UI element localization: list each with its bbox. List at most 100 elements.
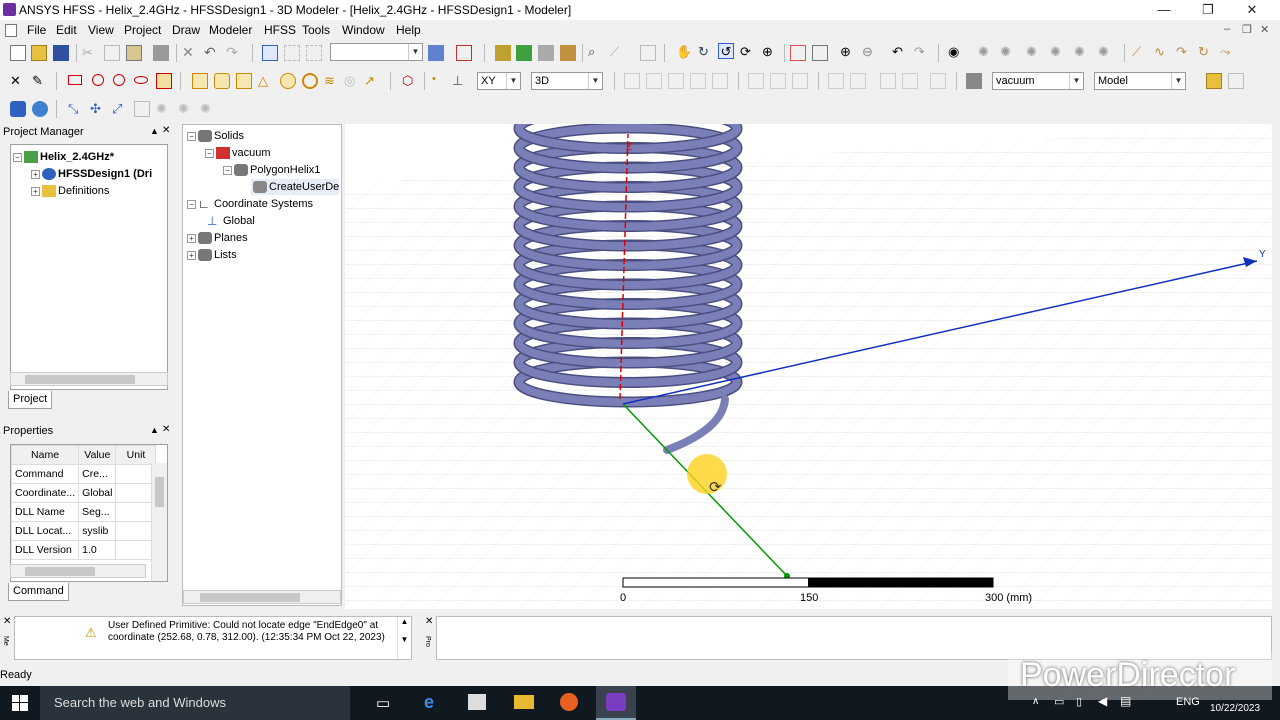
validate-icon[interactable]: [456, 45, 472, 61]
spin-icon[interactable]: ⟳: [740, 44, 756, 60]
mirror-icon[interactable]: [792, 73, 808, 89]
modeler-viewport[interactable]: Z Y ⟳ 0 150 300 (mm): [345, 124, 1272, 609]
sweep-icon[interactable]: [880, 73, 896, 89]
draw-circle-icon[interactable]: [92, 74, 104, 86]
expand-icon[interactable]: +: [31, 169, 40, 179]
tab-command[interactable]: Command: [8, 583, 69, 601]
draw-spiral-icon[interactable]: ◎: [344, 73, 360, 89]
modeler-canvas[interactable]: Z Y ⟳ 0 150 300 (mm): [345, 124, 1272, 609]
rotate-icon[interactable]: ↻: [698, 44, 714, 60]
panel-close-icon[interactable]: ✕: [3, 616, 11, 627]
folder-icon[interactable]: [1206, 73, 1222, 89]
project-hscroll[interactable]: [10, 372, 168, 386]
tree-node-coordinate-systems[interactable]: − ∟ Coordinate Systems: [187, 196, 313, 212]
model-type-combo[interactable]: Model ▼: [1094, 72, 1186, 90]
move-icon[interactable]: [748, 73, 764, 89]
draw-region-icon[interactable]: ⬡: [402, 73, 418, 89]
boolean-intersect-icon[interactable]: [668, 73, 684, 89]
firefox-icon[interactable]: [560, 693, 578, 711]
collapse-icon[interactable]: −: [13, 152, 22, 162]
scale-icon[interactable]: [850, 73, 866, 89]
boundary-icon[interactable]: [32, 101, 48, 117]
table-row[interactable]: DLL Locat... syslib: [11, 521, 157, 541]
prop-value[interactable]: Global: [78, 483, 117, 503]
draw-cylinder-icon[interactable]: [192, 73, 208, 89]
lumped-port-icon[interactable]: ⤢: [112, 101, 128, 117]
zoom-in-icon[interactable]: ⊕: [840, 44, 856, 60]
draw-torus-icon[interactable]: [302, 73, 318, 89]
ruler-icon[interactable]: ⟋: [610, 44, 626, 60]
view-icon-6[interactable]: ✺: [1098, 44, 1114, 60]
tree-node-createuserdefined[interactable]: CreateUserDe: [251, 179, 340, 195]
redo-icon[interactable]: ↷: [226, 44, 242, 60]
boolean-subtract-icon[interactable]: [646, 73, 662, 89]
wave-port-icon[interactable]: ✣: [90, 101, 106, 117]
menu-file[interactable]: File: [27, 23, 46, 37]
menu-view[interactable]: View: [88, 23, 114, 37]
edge-browser-icon[interactable]: e: [424, 692, 434, 713]
progress-side-tab[interactable]: Pro: [424, 636, 431, 647]
table-row[interactable]: Coordinate... Global: [11, 483, 157, 503]
paste-icon[interactable]: [126, 45, 142, 61]
draw-spline-icon[interactable]: ∿: [1154, 44, 1170, 60]
minimize-button[interactable]: —: [1142, 0, 1186, 20]
grid-settings-icon[interactable]: [1228, 73, 1244, 89]
design-node[interactable]: + HFSSDesign1 (Dri: [31, 166, 152, 182]
eye-icon[interactable]: ◉: [948, 44, 964, 60]
copy-icon[interactable]: [104, 45, 120, 61]
mesh-icon[interactable]: ✺: [156, 101, 172, 117]
ansys-task-button[interactable]: [596, 686, 636, 720]
select-edge-icon[interactable]: [306, 45, 322, 61]
undo-view-icon[interactable]: ↶: [892, 44, 908, 60]
view-mode-combo[interactable]: 3D ▼: [531, 72, 603, 90]
column-header-name[interactable]: Name: [11, 445, 80, 465]
draw-solid-cylinder-icon[interactable]: [214, 73, 230, 89]
draw-bondwire-icon[interactable]: ↗: [364, 73, 380, 89]
pan-icon[interactable]: ✋: [676, 44, 692, 60]
draw-line-icon[interactable]: ⟋: [1132, 44, 1148, 60]
helix-solid[interactable]: [513, 124, 743, 454]
draw-box-icon[interactable]: [156, 73, 172, 89]
results-icon[interactable]: [538, 45, 554, 61]
boolean-unite-icon[interactable]: [624, 73, 640, 89]
tree-node-planes[interactable]: + Planes: [187, 230, 248, 246]
coord-system-icon[interactable]: •: [432, 73, 448, 89]
excitation-icon[interactable]: ⤡: [68, 101, 84, 117]
cut-icon[interactable]: ✂: [82, 45, 98, 61]
menu-hfss[interactable]: HFSS: [264, 23, 296, 37]
pin-icon[interactable]: ▲: [150, 126, 159, 136]
tree-node-solids[interactable]: − Solids: [187, 128, 244, 144]
material-combo[interactable]: vacuum ▼: [992, 72, 1084, 90]
delete-icon[interactable]: ✕: [182, 44, 198, 60]
menu-modeler[interactable]: Modeler: [209, 23, 252, 37]
report-icon[interactable]: [560, 45, 576, 61]
view-icon-5[interactable]: ✺: [1074, 44, 1090, 60]
boolean-imprint-icon[interactable]: [690, 73, 706, 89]
table-row[interactable]: DLL Name Seg...: [11, 502, 157, 522]
table-row[interactable]: DLL Version 1.0: [11, 540, 157, 560]
pin-icon[interactable]: ▲: [150, 425, 159, 435]
draw-polyhedron-icon[interactable]: [236, 73, 252, 89]
tree-node-polygonhelix1[interactable]: − PolygonHelix1: [223, 162, 320, 178]
messages-side-tab[interactable]: Me: [2, 636, 9, 646]
measure-icon[interactable]: [428, 45, 444, 61]
rotate-object-icon[interactable]: [770, 73, 786, 89]
plane-combo[interactable]: XY ▼: [477, 72, 521, 90]
menu-window[interactable]: Window: [342, 23, 385, 37]
expand-icon[interactable]: +: [31, 186, 40, 196]
taskbar-date[interactable]: 10/22/2023: [1210, 703, 1260, 714]
taskbar-search-box[interactable]: Search the web and Windows: [40, 686, 350, 720]
draw-equation-icon[interactable]: ⤳: [1220, 44, 1236, 60]
analyze-icon[interactable]: [516, 45, 532, 61]
view-icon-1[interactable]: ✺: [978, 44, 994, 60]
message-vscroll[interactable]: ▲ ▼: [397, 617, 411, 659]
properties-hscroll[interactable]: [10, 564, 146, 578]
field-overlay-icon[interactable]: ✺: [200, 101, 216, 117]
tree-node-global[interactable]: ⊥ Global: [205, 213, 255, 229]
fit-all-icon[interactable]: [790, 45, 806, 61]
save-icon[interactable]: [53, 45, 69, 61]
prop-value[interactable]: Seg...: [78, 502, 117, 522]
radiation-icon[interactable]: [134, 101, 150, 117]
mdi-close-button[interactable]: ✕: [1260, 23, 1269, 36]
panel-close-icon[interactable]: ✕: [162, 125, 170, 136]
